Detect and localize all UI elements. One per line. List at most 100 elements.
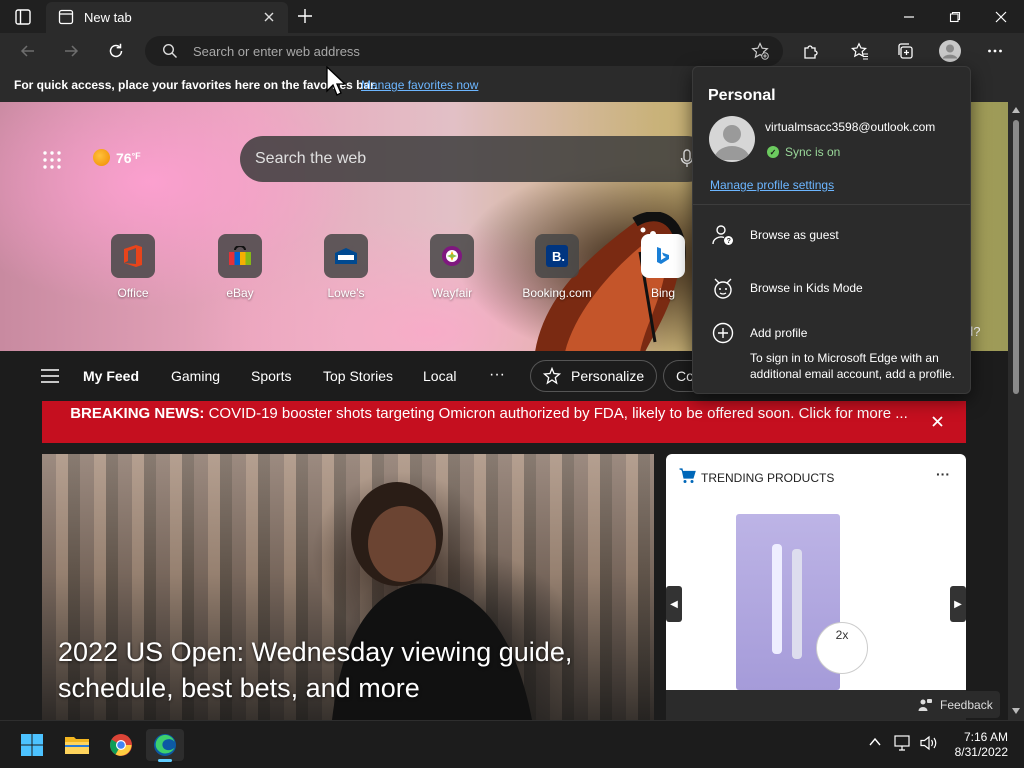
booking-icon: B.	[535, 234, 579, 278]
back-button[interactable]	[12, 36, 44, 66]
profile-heading: Personal	[708, 87, 776, 104]
trending-next-button[interactable]: ▶	[950, 586, 966, 622]
new-tab-plus-icon[interactable]	[296, 7, 314, 25]
manage-profile-settings-link[interactable]: Manage profile settings	[710, 178, 834, 192]
quick-link-label: Bing	[650, 286, 676, 300]
add-profile-label: Add profile	[750, 326, 808, 340]
network-icon[interactable]	[894, 735, 912, 751]
scroll-up-icon[interactable]	[1012, 107, 1020, 113]
feedback-button[interactable]: Feedback	[908, 691, 1000, 718]
add-circle-icon	[711, 321, 735, 345]
flyout-divider	[693, 204, 970, 205]
browse-as-guest-item[interactable]: ? Browse as guest	[693, 215, 970, 255]
wayfair-icon	[430, 234, 474, 278]
ebay-icon	[218, 234, 262, 278]
start-windows-icon[interactable]	[15, 729, 49, 761]
trending-title: TRENDING PRODUCTS	[701, 471, 835, 485]
volume-icon[interactable]	[920, 735, 938, 751]
mouse-pointer-icon	[326, 66, 346, 98]
address-bar[interactable]	[145, 36, 783, 66]
add-profile-item[interactable]: Add profile	[693, 313, 970, 353]
close-tab-icon[interactable]	[262, 10, 276, 24]
quick-link-label: Wayfair	[431, 286, 473, 300]
browse-kids-mode-label: Browse in Kids Mode	[750, 281, 863, 295]
scroll-down-icon[interactable]	[1012, 708, 1020, 714]
weather-widget[interactable]: 76 °F	[93, 149, 141, 166]
close-window-button[interactable]	[978, 0, 1024, 33]
personalize-sparkle-icon	[543, 367, 561, 385]
apps-launcher-icon[interactable]	[43, 151, 61, 169]
address-input[interactable]	[193, 42, 733, 60]
breaking-news-text: COVID-19 booster shots targeting Omicron…	[208, 405, 908, 422]
minimize-button[interactable]	[886, 0, 932, 33]
svg-text:?: ?	[727, 238, 731, 245]
office-icon	[111, 234, 155, 278]
toolbar	[0, 33, 1024, 69]
weather-unit: °F	[131, 150, 141, 161]
quick-link-lowes[interactable]: Lowe's	[311, 234, 381, 300]
close-banner-icon[interactable]	[932, 416, 943, 427]
feed-tab-top-stories[interactable]: Top Stories	[323, 368, 393, 384]
personalize-button[interactable]: Personalize	[530, 360, 658, 392]
restore-button[interactable]	[932, 0, 978, 33]
tab-title: New tab	[84, 10, 132, 25]
edge-icon[interactable]	[146, 729, 184, 762]
chrome-icon[interactable]	[104, 729, 138, 761]
refresh-button[interactable]	[100, 36, 132, 66]
feed-more-icon[interactable]: ···	[489, 366, 505, 384]
browse-as-guest-label: Browse as guest	[750, 228, 839, 242]
shopping-cart-icon	[679, 468, 696, 484]
quick-link-label: eBay	[226, 286, 254, 300]
profile-button[interactable]	[934, 36, 966, 66]
article-headline: 2022 US Open: Wednesday viewing guide, s…	[58, 637, 573, 703]
featured-article-card[interactable]: 2022 US Open: Wednesday viewing guide, s…	[42, 454, 654, 720]
tray-overflow-icon[interactable]	[868, 735, 882, 749]
guest-icon: ?	[711, 223, 735, 247]
profile-avatar	[709, 116, 755, 162]
new-tab-page-icon	[58, 9, 74, 25]
feed-tab-my-feed[interactable]: My Feed	[83, 368, 139, 384]
profile-email: virtualmsacc3598@outlook.com	[765, 120, 936, 134]
file-explorer-icon[interactable]	[60, 729, 94, 761]
quick-link-office[interactable]: Office	[98, 234, 168, 300]
tab-bar: New tab	[0, 0, 1024, 33]
add-favorite-star-icon[interactable]	[751, 42, 769, 60]
feed-tab-gaming[interactable]: Gaming	[171, 368, 220, 384]
breaking-news-banner[interactable]: BREAKING NEWS: COVID-19 booster shots ta…	[42, 401, 966, 443]
web-search-placeholder: Search the web	[255, 150, 367, 167]
collections-button[interactable]	[889, 36, 921, 66]
web-search-box[interactable]: Search the web	[240, 136, 710, 182]
system-clock[interactable]: 7:16 AM 8/31/2022	[948, 730, 1008, 760]
quick-link-bing[interactable]: Bing	[628, 234, 698, 300]
bing-icon	[641, 234, 685, 278]
trending-more-icon[interactable]: ···	[936, 466, 950, 482]
trending-prev-button[interactable]: ◀	[666, 586, 682, 622]
settings-more-icon[interactable]	[979, 36, 1011, 66]
scrollbar-thumb[interactable]	[1013, 120, 1019, 394]
quick-link-label: Lowe's	[327, 286, 365, 300]
product-badge-text: 2x	[835, 628, 849, 642]
forward-button[interactable]	[55, 36, 87, 66]
profile-flyout: Personal virtualmsacc3598@outlook.com ✓ …	[692, 66, 971, 394]
manage-favorites-link[interactable]: Manage favorites now	[361, 78, 478, 92]
quick-link-label: Booking.com	[522, 286, 592, 300]
clock-date: 8/31/2022	[954, 745, 1008, 759]
extensions-button[interactable]	[795, 36, 827, 66]
tab-actions-icon[interactable]	[14, 8, 32, 26]
quick-link-ebay[interactable]: eBay	[205, 234, 275, 300]
tab-new-tab[interactable]: New tab	[46, 2, 288, 33]
quick-link-label: Office	[117, 286, 149, 300]
sync-status: ✓ Sync is on	[767, 145, 840, 159]
personalize-label: Personalize	[571, 368, 645, 384]
quick-link-booking[interactable]: B. Booking.com	[522, 234, 592, 300]
browse-kids-mode-item[interactable]: Browse in Kids Mode	[693, 268, 970, 308]
trending-products-card: TRENDING PRODUCTS ··· 2x	[666, 454, 966, 720]
feed-tab-local[interactable]: Local	[423, 368, 456, 384]
favorites-button[interactable]	[844, 36, 876, 66]
feed-tab-sports[interactable]: Sports	[251, 368, 291, 384]
breaking-news-label: BREAKING NEWS:	[70, 405, 205, 422]
search-icon	[162, 43, 178, 59]
quick-link-wayfair[interactable]: Wayfair	[417, 234, 487, 300]
page-scrollbar[interactable]	[1008, 102, 1024, 720]
menu-hamburger-icon[interactable]	[41, 369, 59, 383]
